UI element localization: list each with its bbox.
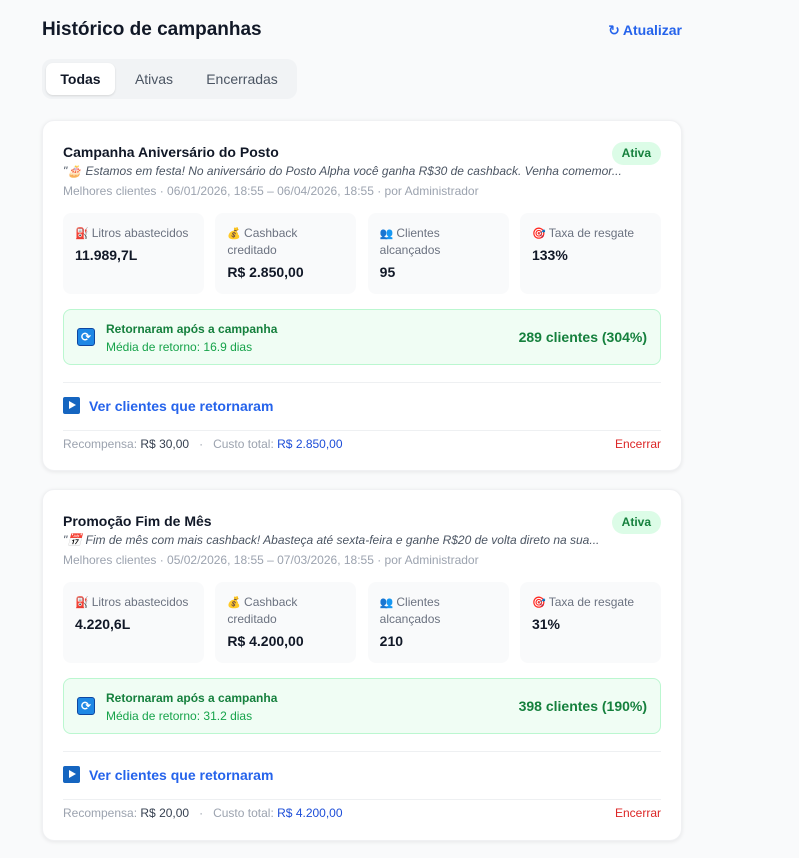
people-icon: 👥 (379, 597, 394, 609)
divider (63, 751, 661, 752)
stat-value: 4.220,6L (75, 616, 131, 632)
refresh-icon: ↻ (608, 22, 620, 38)
campaign-meta: Melhores clientes · 05/02/2026, 18:55 – … (63, 553, 479, 567)
money-bag-icon: 💰 (227, 597, 242, 609)
stat-clients: 👥 Clientes alcançados 95 (367, 213, 509, 294)
stat-clients: 👥 Clientes alcançados 210 (367, 582, 509, 663)
divider (63, 799, 661, 800)
stat-label: Taxa de resgate (548, 595, 635, 609)
people-icon: 👥 (379, 228, 394, 240)
play-icon (63, 766, 80, 783)
fuel-pump-icon: ⛽ (75, 597, 89, 609)
refresh-arrows-icon: ⟳ (77, 697, 95, 715)
stat-value: 133% (531, 247, 568, 263)
returned-average: Média de retorno: 31.2 dias (106, 709, 253, 723)
stats-grid: ⛽ Litros abastecidos 4.220,6L 💰 Cashback c… (63, 582, 661, 663)
separator: · (199, 437, 204, 451)
divider (63, 382, 661, 383)
campaign-card: Campanha Aniversário do Posto Ativa "🎂 E… (42, 120, 682, 471)
campaign-footer: Recompensa: R$ 20,00 · Custo total: R$ 4.2… (63, 805, 661, 821)
stat-value: R$ 4.200,00 (227, 633, 304, 649)
view-link-label: Ver clientes que retornaram (89, 767, 274, 783)
campaign-title: Campanha Aniversário do Posto (63, 144, 279, 160)
view-returned-clients-link[interactable]: Ver clientes que retornaram (63, 765, 273, 785)
view-returned-clients-link[interactable]: Ver clientes que retornaram (63, 396, 273, 416)
campaign-message: "🎂 Estamos em festa! No aniversário do P… (63, 164, 622, 178)
view-link-label: Ver clientes que retornaram (89, 398, 274, 414)
cost-value: R$ 4.200,00 (277, 806, 343, 820)
stat-value: 210 (379, 633, 404, 649)
stat-label: Litros abastecidos (91, 226, 189, 240)
money-bag-icon: 💰 (227, 228, 242, 240)
refresh-arrows-icon: ⟳ (77, 328, 95, 346)
page-title: Histórico de campanhas (42, 19, 262, 40)
stat-value: 95 (379, 264, 396, 280)
tab-todas[interactable]: Todas (46, 63, 115, 95)
reward-label: Recompensa: (63, 437, 138, 451)
end-campaign-button[interactable]: Encerrar (615, 436, 661, 452)
returned-title: Retornaram após a campanha (106, 691, 278, 705)
stat-redemption-rate: 🎯 Taxa de resgate 133% (519, 213, 661, 294)
status-badge: Ativa (611, 142, 661, 165)
stat-value: 31% (531, 616, 561, 632)
stat-cashback: 💰 Cashback creditado R$ 4.200,00 (215, 582, 357, 663)
stat-liters: ⛽ Litros abastecidos 4.220,6L (63, 582, 204, 663)
status-tabs: Todas Ativas Encerradas (42, 59, 297, 99)
stat-cashback: 💰 Cashback creditado R$ 2.850,00 (215, 213, 357, 294)
cost-label: Custo total: (213, 806, 274, 820)
campaign-card: Promoção Fim de Mês Ativa "📅 Fim de mês … (42, 489, 682, 841)
campaign-message: "📅 Fim de mês com mais cashback! Abasteç… (63, 533, 600, 547)
stat-label: Taxa de resgate (548, 226, 635, 240)
tab-ativas[interactable]: Ativas (115, 63, 193, 95)
refresh-button[interactable]: ↻ Atualizar (608, 20, 682, 40)
campaign-footer: Recompensa: R$ 30,00 · Custo total: R$ 2.8… (63, 436, 661, 452)
returned-count: 289 clientes (304%) (518, 329, 647, 345)
returned-panel: ⟳ Retornaram após a campanha Média de re… (63, 678, 661, 734)
campaign-meta: Melhores clientes · 06/01/2026, 18:55 – … (63, 184, 479, 198)
page-header: Histórico de campanhas ↻ Atualizar (42, 18, 682, 44)
refresh-label: Atualizar (622, 22, 682, 38)
tab-encerradas[interactable]: Encerradas (193, 63, 291, 95)
stat-redemption-rate: 🎯 Taxa de resgate 31% (519, 582, 661, 663)
reward-value: R$ 30,00 (140, 437, 190, 451)
campaign-title: Promoção Fim de Mês (63, 513, 212, 529)
target-icon: 🎯 (531, 597, 546, 609)
separator: · (199, 806, 204, 820)
play-icon (63, 397, 80, 414)
reward-label: Recompensa: (63, 806, 138, 820)
fuel-pump-icon: ⛽ (75, 228, 89, 240)
stat-liters: ⛽ Litros abastecidos 11.989,7L (63, 213, 204, 294)
target-icon: 🎯 (531, 228, 546, 240)
stat-value: 11.989,7L (75, 247, 138, 263)
reward-value: R$ 20,00 (140, 806, 190, 820)
returned-panel: ⟳ Retornaram após a campanha Média de re… (63, 309, 661, 365)
stat-label: Litros abastecidos (91, 595, 189, 609)
returned-count: 398 clientes (190%) (518, 698, 647, 714)
cost-value: R$ 2.850,00 (277, 437, 343, 451)
stat-value: R$ 2.850,00 (227, 264, 304, 280)
status-badge: Ativa (611, 511, 661, 534)
stats-grid: ⛽ Litros abastecidos 11.989,7L 💰 Cashback … (63, 213, 661, 294)
cost-label: Custo total: (213, 437, 274, 451)
returned-title: Retornaram após a campanha (106, 322, 278, 336)
returned-average: Média de retorno: 16.9 dias (106, 340, 253, 354)
end-campaign-button[interactable]: Encerrar (615, 805, 661, 821)
divider (63, 430, 661, 431)
